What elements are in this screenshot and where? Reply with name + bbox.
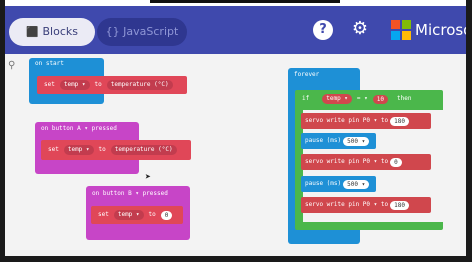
gear-icon: ⚙ <box>351 18 369 39</box>
set-keyword: set <box>98 211 109 218</box>
servo-write-block-2[interactable]: servo write pin P0 ▾ to 0 <box>301 154 431 170</box>
help-icon: ? <box>319 22 327 37</box>
servo-write-label: servo write pin P0 ▾ to <box>305 201 389 208</box>
comparison-operator[interactable]: = ▾ <box>354 93 371 105</box>
servo-write-label: servo write pin P0 ▾ to <box>305 117 389 124</box>
tab-blocks[interactable]: ⬛ Blocks <box>9 18 95 46</box>
set-temp-block-a[interactable]: set temp ▾ to temperature (°C) <box>41 140 191 160</box>
set-keyword: set <box>44 81 55 88</box>
on-button-a-label: on button A ▾ pressed <box>41 125 117 132</box>
pause-block-1[interactable]: pause (ms) 500 ▾ <box>301 133 376 149</box>
brand-name: Microsoft <box>415 21 472 39</box>
variable-dropdown[interactable]: temp ▾ <box>113 210 144 220</box>
screen: ⬛Blocks {} JavaScript ? ⚙ Microsoft ⚲ on… <box>0 0 472 262</box>
set-temp-block-start[interactable]: set temp ▾ to temperature (°C) <box>37 76 187 94</box>
to-keyword: to <box>148 211 156 218</box>
top-divider-line <box>150 0 340 3</box>
screen-bezel-left <box>0 0 5 262</box>
puzzle-piece-icon: ⬛ <box>26 27 39 38</box>
to-keyword: to <box>94 81 102 88</box>
if-header: if temp ▾ = ▾ 10 then <box>295 90 414 109</box>
set-keyword: set <box>48 146 59 153</box>
servo-value-input[interactable]: 0 <box>390 157 402 167</box>
pause-block-2[interactable]: pause (ms) 500 ▾ <box>301 176 376 192</box>
variable-dropdown[interactable]: temp ▾ <box>59 80 90 90</box>
number-input[interactable]: 0 <box>160 210 173 220</box>
pause-label: pause (ms) <box>305 180 342 187</box>
servo-value-input[interactable]: 180 <box>390 200 409 210</box>
forever-label: forever <box>294 71 320 78</box>
servo-write-label: servo write pin P0 ▾ to <box>305 158 389 165</box>
servo-write-block-3[interactable]: servo write pin P0 ▾ to 180 <box>301 197 431 213</box>
screen-bezel-bottom <box>0 256 472 262</box>
temperature-reporter[interactable]: temperature (°C) <box>110 145 177 155</box>
microsoft-logo-icon <box>391 20 411 40</box>
on-start-label: on start <box>35 60 64 67</box>
tab-javascript-label: {} JavaScript <box>105 25 179 38</box>
set-temp-block-b[interactable]: set temp ▾ to 0 <box>91 206 183 224</box>
mouse-cursor-icon: ➤ <box>145 172 152 183</box>
servo-value-input[interactable]: 180 <box>390 116 409 126</box>
editor-header: ⬛Blocks {} JavaScript ? ⚙ Microsoft <box>5 6 472 54</box>
pause-label: pause (ms) <box>305 137 342 144</box>
condition-value[interactable]: 10 <box>372 94 388 104</box>
screen-bezel-right <box>466 0 472 262</box>
blocks-workspace[interactable]: ⚲ on start set temp ▾ to temperature (°C) o… <box>5 54 466 256</box>
tab-blocks-label: Blocks <box>42 25 78 38</box>
help-button[interactable]: ? <box>313 20 333 40</box>
settings-button[interactable]: ⚙ <box>349 18 371 40</box>
tab-javascript[interactable]: {} JavaScript <box>97 18 187 46</box>
if-keyword: if <box>302 95 310 102</box>
temperature-reporter[interactable]: temperature (°C) <box>106 80 173 90</box>
then-keyword: then <box>397 95 412 102</box>
on-button-b-label: on button B ▾ pressed <box>92 190 168 197</box>
pause-duration-dropdown[interactable]: 500 ▾ <box>343 136 370 146</box>
to-keyword: to <box>98 146 106 153</box>
condition-variable[interactable]: temp ▾ <box>322 94 352 104</box>
variable-dropdown[interactable]: temp ▾ <box>63 145 94 155</box>
servo-write-block-1[interactable]: servo write pin P0 ▾ to 180 <box>301 113 431 129</box>
pause-duration-dropdown[interactable]: 500 ▾ <box>343 179 370 189</box>
search-icon[interactable]: ⚲ <box>8 60 18 71</box>
